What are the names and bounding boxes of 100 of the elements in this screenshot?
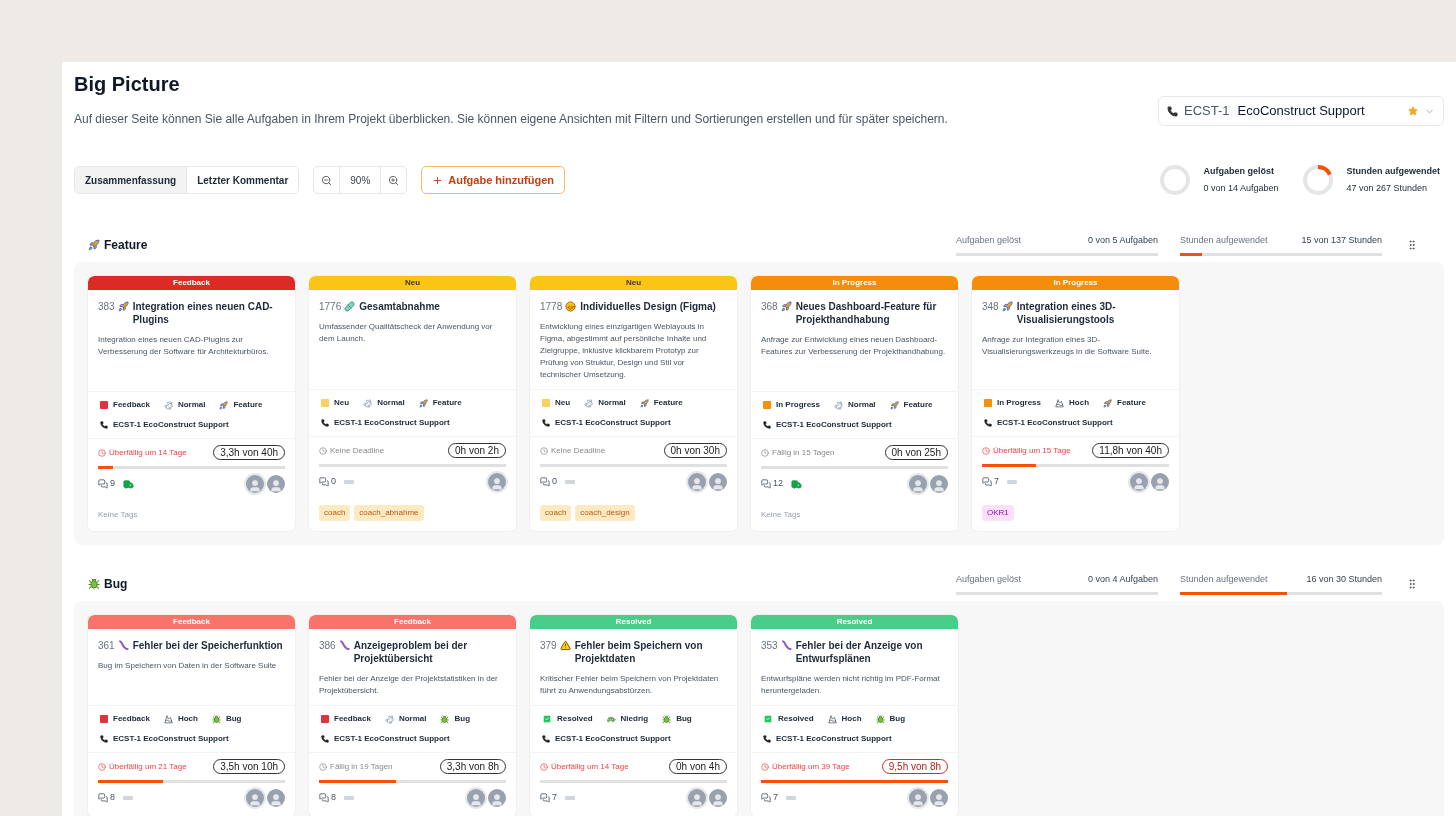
stat-value: 16 von 30 Stunden [1306, 573, 1382, 587]
phone-icon [763, 735, 771, 743]
stat-value: 15 von 137 Stunden [1301, 234, 1382, 248]
no-tags-label: Keine Tags [761, 509, 802, 521]
clock-icon [982, 446, 990, 455]
worm-icon [780, 640, 792, 651]
status-label: Neu [334, 397, 350, 409]
task-title: Anzeigeproblem bei der Projektübersicht [353, 639, 469, 665]
mountain-icon [827, 714, 837, 724]
rabbit-icon [384, 714, 394, 724]
bug-icon [211, 714, 221, 724]
tag[interactable]: OKR1 [982, 505, 1014, 521]
status-label: Feedback [113, 399, 150, 411]
comment-count: 9 [110, 477, 115, 491]
clock-icon [319, 762, 327, 771]
view-tab[interactable]: Letzter Kommentar [186, 167, 299, 193]
tag[interactable]: coach_design [575, 505, 635, 521]
comment-count: 12 [773, 477, 783, 491]
task-description: Entwurfspläne werden nicht richtig im PDF-Format heruntergeladen. [761, 673, 941, 697]
task-title: Fehler bei der Anzeige von Entwurfsplänen [795, 639, 924, 665]
deadline-label: Überfällig um 15 Tage [993, 444, 1071, 457]
star-icon[interactable] [1408, 106, 1418, 116]
task-title: Gesamtabnahme [359, 300, 440, 313]
stat-label: Aufgaben gelöst [956, 573, 1022, 587]
status-header: Resolved [751, 615, 958, 629]
task-description: Integration eines neuen CAD-Plugins zur Verbesserung der Software für Architekturbüros. [98, 334, 270, 358]
rocket-icon [1001, 301, 1013, 312]
status-label: In Progress [776, 399, 820, 411]
task-title: Fehler bei der Speicherfunktion [132, 639, 283, 652]
priority-label: Hoch [1069, 397, 1089, 409]
task-card[interactable] [751, 615, 958, 816]
task-card[interactable] [972, 276, 1179, 531]
deadline-label: Fällig in 15 Tagen [772, 446, 835, 459]
mountain-icon [1055, 398, 1064, 408]
rabbit-icon [363, 398, 373, 408]
drag-handle-icon[interactable] [1406, 239, 1418, 251]
tag[interactable]: coach [540, 505, 572, 521]
clock-icon [540, 762, 548, 771]
project-label: ECST-1 EcoConstruct Support [555, 417, 671, 429]
deadline-label: Keine Deadline [551, 444, 606, 457]
comment-count: 7 [552, 791, 557, 805]
pill-icon [344, 301, 356, 312]
warning-icon [559, 640, 571, 651]
task-number: 368 [761, 300, 778, 313]
task-card[interactable]: Feedback 361 Fehler bei der Speicherfunktion Bug im Speichern von Daten in der Software Suite Feedback Hoch Bug ECST-1 EcoConstruct Support Überfällig um 21 Tage 3,5h von 10h 8 [88, 615, 295, 816]
type-label: Bug [454, 713, 471, 725]
task-number: 361 [98, 639, 115, 652]
add-task-button[interactable]: Aufgabe hinzufügen [421, 166, 565, 194]
project-label: ECST-1 EcoConstruct Support [776, 733, 892, 745]
task-card[interactable] [88, 276, 295, 531]
status-header: In Progress [751, 276, 958, 290]
comments-icon [540, 477, 550, 487]
task-title: Neues Dashboard-Feature für Projekthandhabung [795, 300, 938, 326]
comment-count: 8 [110, 791, 115, 805]
type-label: Feature [653, 397, 683, 409]
task-card[interactable] [751, 276, 958, 531]
status-header: Feedback [309, 615, 516, 629]
status-header: Feedback [88, 276, 295, 290]
stat-label: Aufgaben gelöst [956, 234, 1022, 248]
project-select[interactable]: ECST-1 EcoConstruct Support [1158, 96, 1444, 126]
type-label: Feature [233, 399, 263, 411]
worm-icon [338, 640, 350, 651]
tag[interactable]: coach_abnahme [354, 505, 424, 521]
phone-icon [984, 419, 992, 427]
priority-label: Normal [377, 397, 405, 409]
phone-icon [542, 735, 550, 743]
drag-handle-icon[interactable] [1406, 578, 1418, 590]
stat-label: Stunden aufgewendet [1180, 573, 1268, 587]
priority-label: Hoch [841, 713, 862, 725]
rocket-icon [88, 239, 100, 251]
task-card[interactable] [309, 615, 516, 816]
comments-icon [761, 793, 771, 803]
task-card[interactable] [530, 615, 737, 816]
stat-value: 0 von 4 Aufgaben [1087, 573, 1158, 587]
task-number: 1778 [540, 300, 563, 313]
task-title: Integration eines neuen CAD-Plugins [132, 300, 274, 326]
task-card[interactable]: Neu 1776 Gesamtabnahme Umfassender Qualitätscheck der Anwendung vor dem Launch. Neu Normal Feature ECST-1 EcoConstruct Support Keine Deadline 0h von 2h 0 coach coach_abnahme [309, 276, 516, 531]
comment-count: 8 [331, 791, 336, 805]
task-number: 353 [761, 639, 778, 652]
project-label: ECST-1 EcoConstruct Support [113, 733, 229, 745]
smiling-face-icon [565, 301, 577, 312]
view-tab[interactable]: Zusammenfassung [75, 167, 187, 193]
deadline-label: Überfällig um 14 Tage [109, 446, 187, 459]
type-label: Feature [1117, 397, 1146, 409]
tag[interactable]: coach [319, 505, 351, 521]
phone-icon [763, 421, 771, 429]
task-title: Individuelles Design (Figma) [580, 300, 716, 313]
task-number: 386 [319, 639, 336, 652]
status-label: In Progress [997, 397, 1041, 409]
task-description: Bug im Speichern von Daten in der Software Suite [98, 660, 278, 672]
task-card[interactable] [530, 276, 737, 531]
deadline-label: Fällig in 19 Tagen [330, 760, 393, 773]
deadline-label: Überfällig um 39 Tage [772, 760, 850, 773]
deadline-label: Überfällig um 14 Tage [551, 760, 629, 773]
comments-icon [98, 479, 108, 489]
priority-label: Normal [398, 713, 427, 725]
status-header: Resolved [530, 615, 737, 629]
clock-icon [540, 446, 548, 455]
progress-ring [1159, 164, 1192, 196]
rocket-icon [889, 400, 899, 410]
